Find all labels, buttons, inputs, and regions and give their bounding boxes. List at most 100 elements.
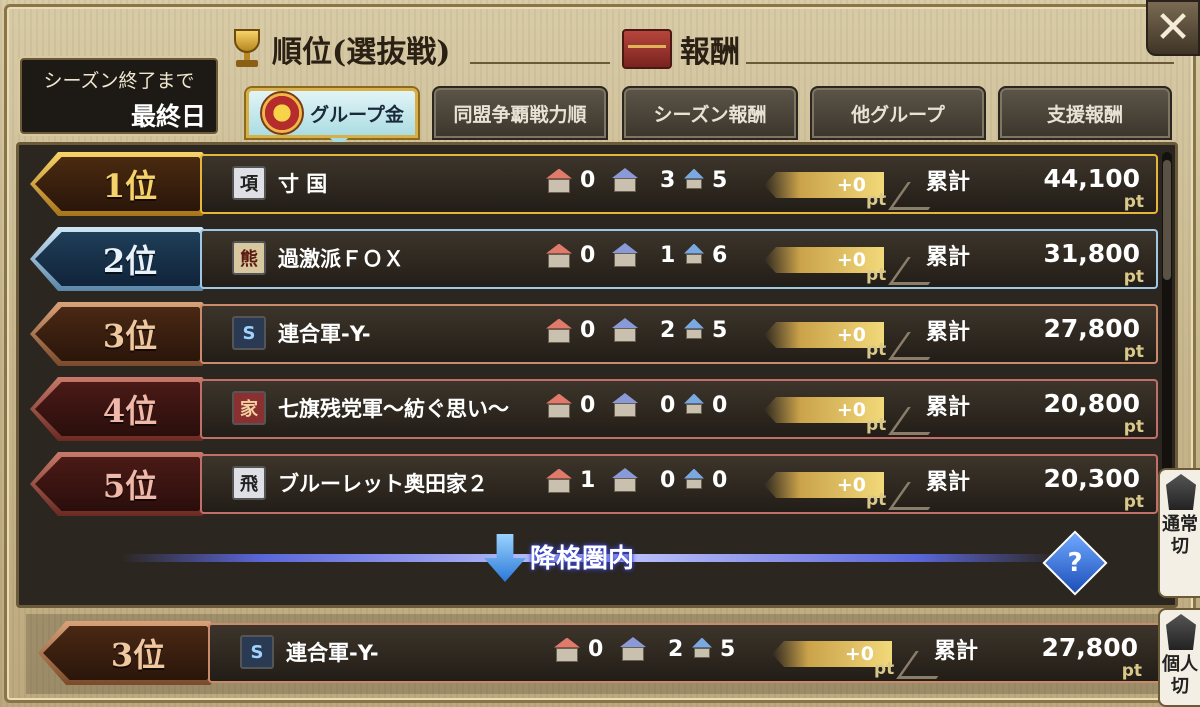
main-castle-icon (544, 243, 574, 268)
stat-value: 2 (660, 318, 676, 343)
outpost-icon (682, 393, 706, 418)
rank-label: 3位 (43, 626, 233, 680)
tab-label: グループ金 (310, 103, 404, 126)
stat-value: 0 (580, 318, 596, 343)
stat-main-castle: 0 (544, 393, 595, 418)
branch-castle-icon (610, 168, 640, 192)
tab-label: 他グループ (851, 103, 945, 126)
stat-value: 0 (580, 168, 596, 193)
main-castle-icon (552, 637, 582, 662)
stat-value: 0 (580, 393, 596, 418)
stat-branch-count: 0 (660, 468, 675, 493)
stat-branch-count: 1 (660, 243, 675, 268)
ranking-row[interactable]: 4位 家 七旗残党軍～紡ぐ思い～ 0 0 0 +0 pt 累計 20,800 p… (30, 377, 1158, 443)
stat-value: 0 (660, 393, 676, 418)
stat-branch-count: 3 (660, 168, 675, 193)
tab-group-gold[interactable]: グループ金 (244, 86, 420, 140)
stat-value: 0 (712, 393, 728, 418)
total-label: 累計 (926, 395, 971, 420)
branch-castle-icon (610, 393, 640, 417)
rank-label: 5位 (35, 457, 225, 511)
season-countdown: シーズン終了まで 最終日 (20, 58, 218, 134)
castle-icon (1166, 614, 1196, 650)
total-label: 累計 (926, 170, 971, 195)
side-tab-personal[interactable]: 個人 切 (1158, 608, 1200, 707)
total-points: 31,800 (1043, 239, 1140, 268)
gain-unit: pt (866, 265, 887, 285)
side-tab-line2: 切 (1171, 676, 1189, 697)
total-unit: pt (1121, 661, 1142, 681)
stat-main-castle: 0 (544, 318, 595, 343)
tab-support-reward[interactable]: 支援報酬 (998, 86, 1172, 140)
castle-icon (1166, 474, 1196, 510)
branch-castle-icon (610, 468, 640, 492)
stat-branch-castle (618, 637, 654, 661)
ranking-title: 順位(選抜戦) (272, 35, 451, 70)
stat-value: 0 (660, 468, 676, 493)
main-castle-icon (544, 468, 574, 493)
stat-value: 0 (588, 637, 604, 662)
outpost-icon (682, 243, 706, 268)
gain-unit: pt (866, 415, 887, 435)
alliance-name: 過激派ＦＯＸ (278, 247, 404, 271)
ranking-row[interactable]: 5位 飛 ブルーレット奥田家２ 1 0 0 +0 pt 累計 20,300 pt (30, 452, 1158, 518)
ranking-row[interactable]: 1位 項 寸 国 0 3 5 +0 pt 累計 44,100 pt (30, 152, 1158, 218)
header-divider (746, 62, 1174, 64)
main-castle-icon (544, 393, 574, 418)
stat-branch-castle (610, 393, 646, 417)
alliance-name: 連合軍-Y- (286, 641, 379, 665)
total-points: 20,800 (1043, 389, 1140, 418)
total-unit: pt (1123, 192, 1144, 212)
season-value: 最終日 (130, 102, 206, 131)
ranking-row[interactable]: 2位 熊 過激派ＦＯＸ 0 1 6 +0 pt 累計 31,800 pt (30, 227, 1158, 293)
stat-value: 1 (660, 243, 676, 268)
demotion-zone-divider: 降格圏内 (120, 530, 1060, 586)
help-icon[interactable]: ? (1052, 540, 1098, 586)
rank-label: 4位 (35, 382, 225, 436)
stat-value: 5 (712, 168, 728, 193)
stat-outpost: 0 (682, 393, 727, 418)
tab-alliance-power[interactable]: 同盟争覇戦力順 (432, 86, 608, 140)
tab-label: 同盟争覇戦力順 (453, 103, 587, 126)
stat-branch-count: 2 (668, 637, 683, 662)
gain-unit: pt (866, 490, 887, 510)
outpost-icon (690, 637, 714, 662)
side-tab-line2: 切 (1171, 536, 1189, 557)
stat-outpost: 5 (682, 168, 727, 193)
stat-value: 3 (660, 168, 676, 193)
stat-main-castle: 0 (544, 168, 595, 193)
gain-unit: pt (866, 340, 887, 360)
stat-outpost: 6 (682, 243, 727, 268)
group-gold-icon (260, 91, 305, 135)
close-button[interactable]: ✕ (1146, 0, 1200, 56)
scrollbar-thumb[interactable] (1163, 160, 1171, 280)
alliance-crest-icon: S (240, 635, 274, 669)
rank-label: 2位 (35, 232, 225, 286)
total-label: 累計 (926, 470, 971, 495)
total-label: 累計 (926, 245, 971, 270)
alliance-crest-icon: 家 (232, 391, 266, 425)
alliance-name: 寸 国 (278, 172, 328, 196)
stat-value: 5 (720, 637, 736, 662)
stat-branch-castle (610, 468, 646, 492)
ranking-row[interactable]: 3位 S 連合軍-Y- 0 2 5 +0 pt 累計 27,800 pt (30, 302, 1158, 368)
tab-other-groups[interactable]: 他グループ (810, 86, 986, 140)
alliance-name: ブルーレット奥田家２ (278, 472, 488, 496)
stat-value: 0 (580, 243, 596, 268)
outpost-icon (682, 168, 706, 193)
reward-title: 報酬 (680, 35, 740, 70)
total-unit: pt (1123, 342, 1144, 362)
main-castle-icon (544, 318, 574, 343)
main-castle-icon (544, 168, 574, 193)
demotion-label: 降格圏内 (530, 544, 635, 574)
own-alliance-row[interactable]: 3位 S 連合軍-Y- 0 2 5 +0 pt 累計 27,800 pt (38, 621, 1166, 687)
gain-unit: pt (874, 659, 895, 679)
stat-value: 2 (668, 637, 684, 662)
total-points: 44,100 (1043, 164, 1140, 193)
tab-season-reward[interactable]: シーズン報酬 (622, 86, 798, 140)
ranking-section-title: 順位(選抜戦) (228, 28, 450, 70)
stat-branch-count: 2 (660, 318, 675, 343)
stat-branch-castle (610, 243, 646, 267)
side-tab-normal[interactable]: 通常 切 (1158, 468, 1200, 598)
alliance-crest-icon: 項 (232, 166, 266, 200)
